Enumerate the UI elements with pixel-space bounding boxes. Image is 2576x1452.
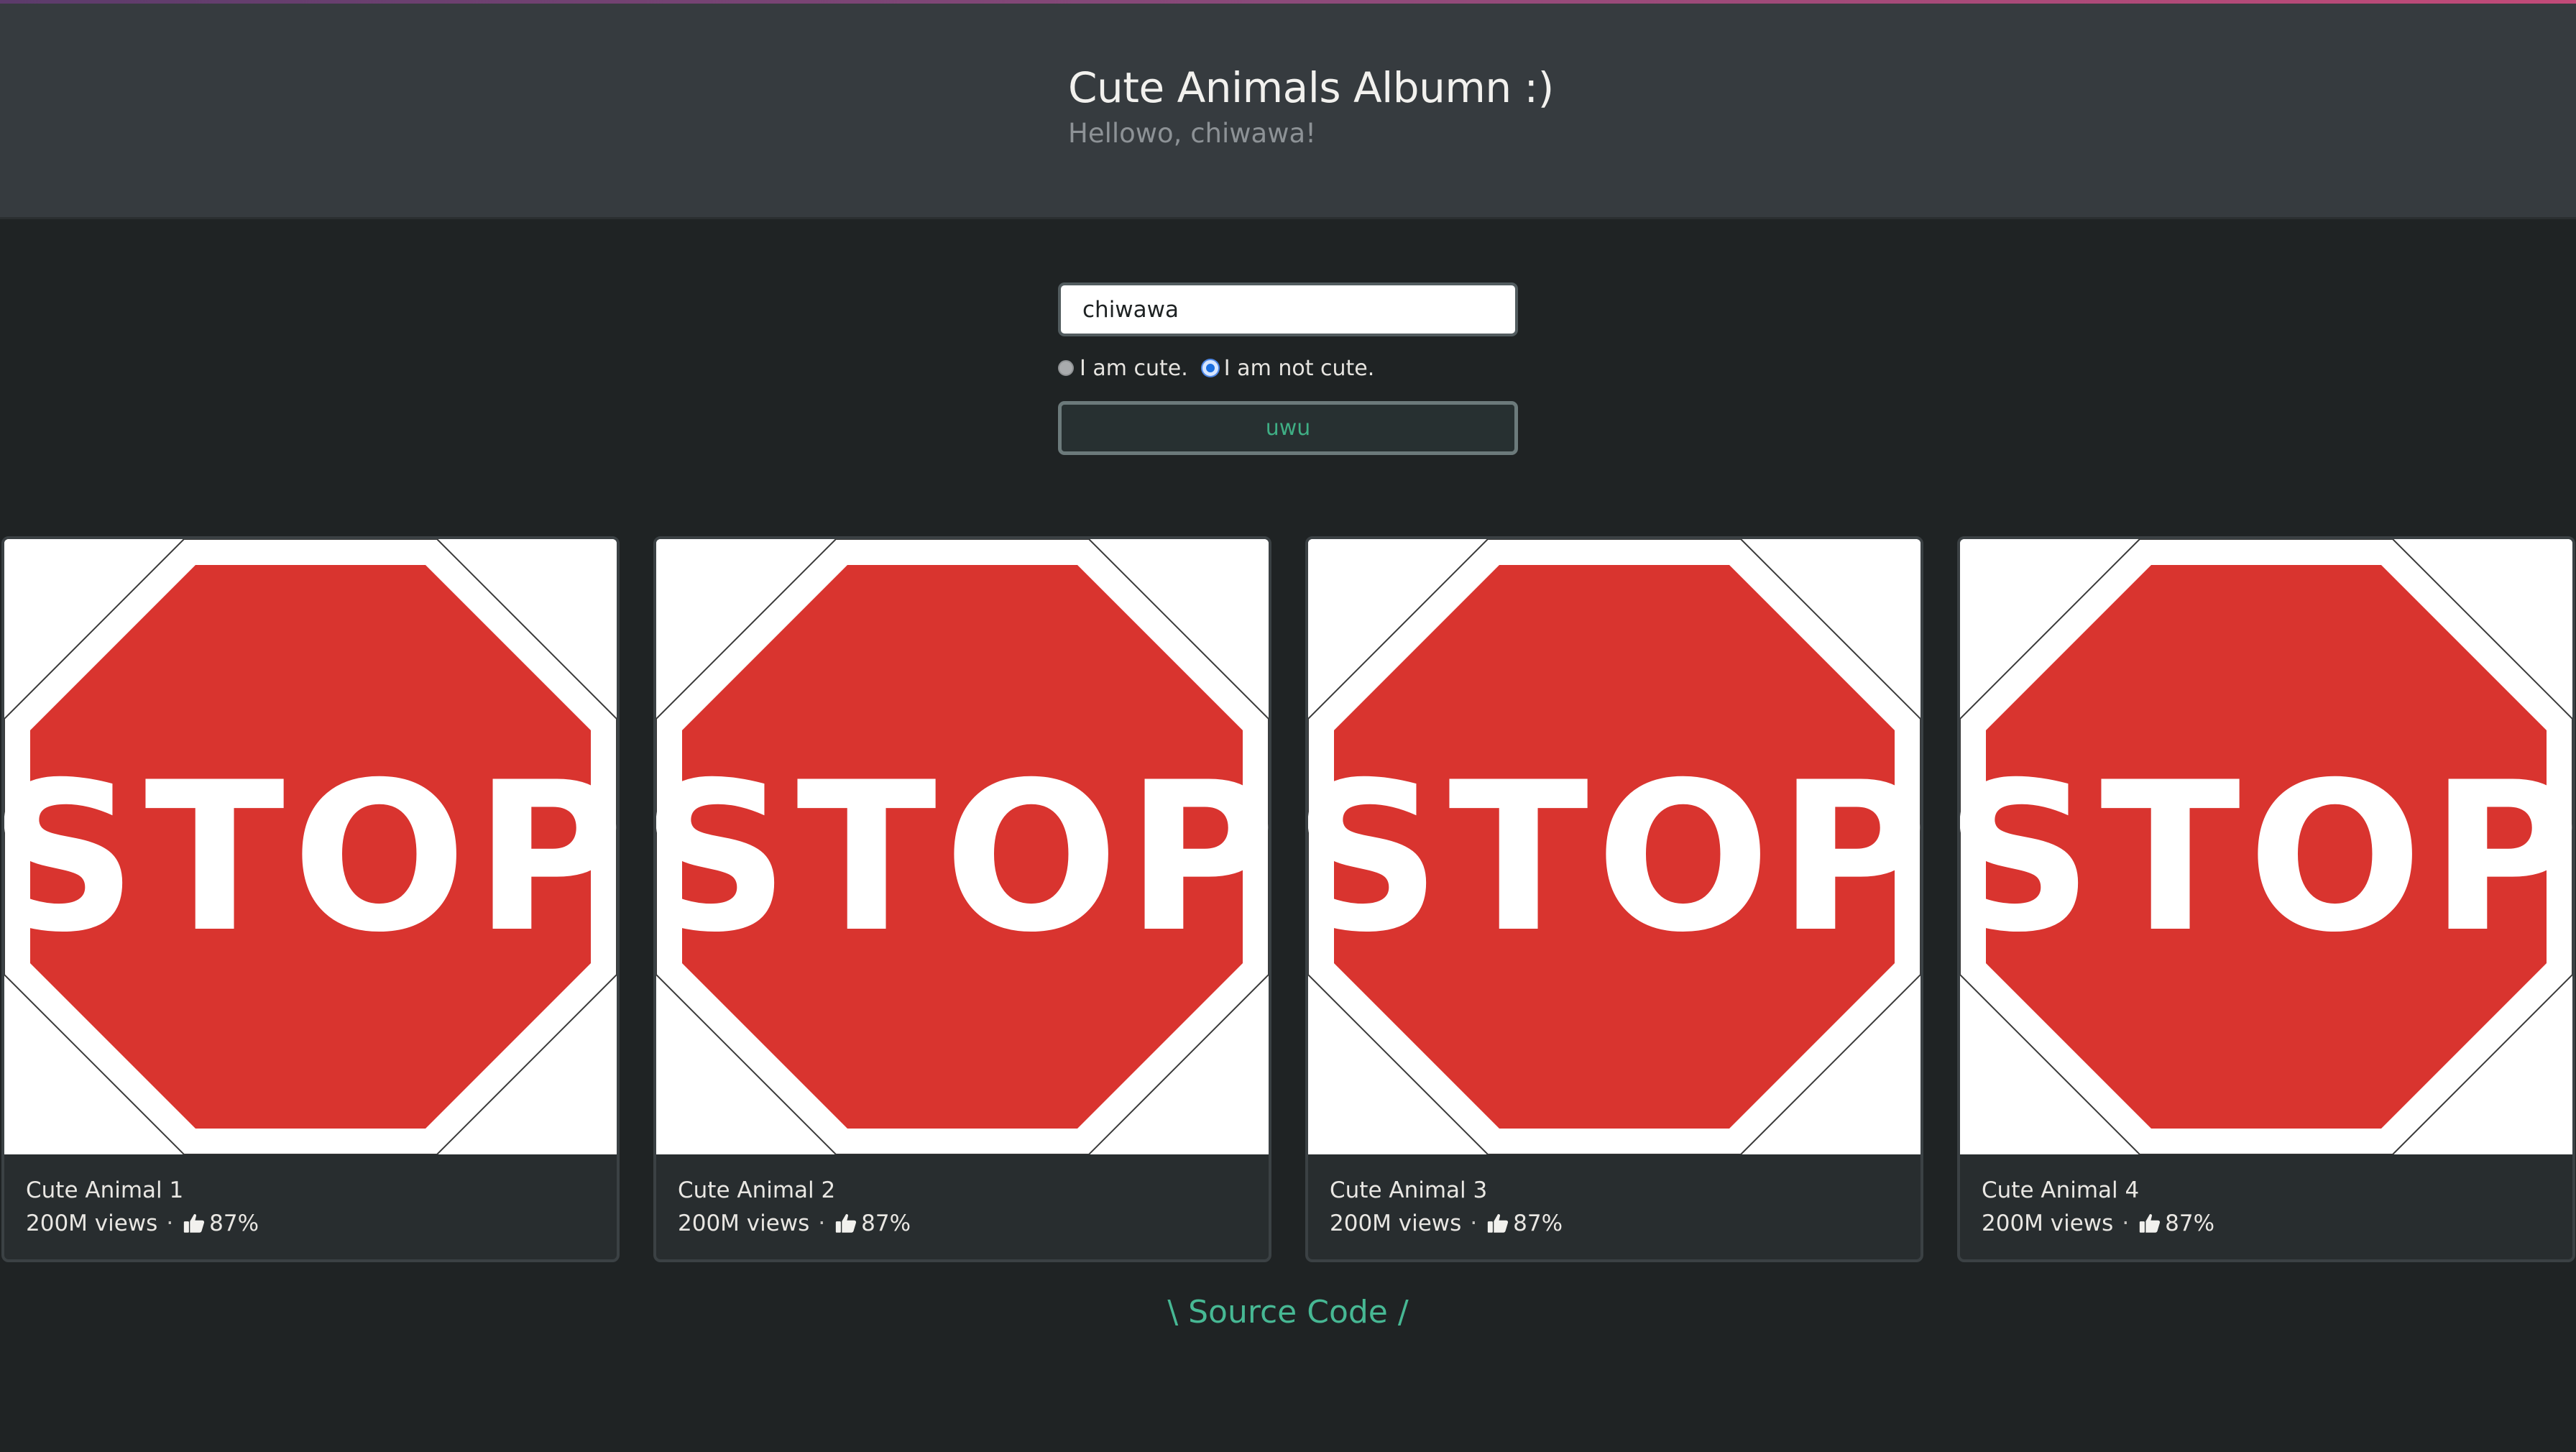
radio-unchecked-icon[interactable]	[1058, 360, 1074, 376]
card-meta: 200M views · 87%	[678, 1210, 911, 1236]
card-body: Cute Animal 3 200M views · 87%	[1330, 1177, 1563, 1236]
stop-sign-image[interactable]: STOP	[656, 539, 1269, 1154]
card-body: Cute Animal 4 200M views · 87%	[1982, 1177, 2214, 1236]
card-title: Cute Animal 3	[1330, 1177, 1488, 1203]
view-count: 200M views	[678, 1210, 810, 1236]
thumbs-up-icon	[182, 1211, 206, 1236]
name-form: I am cute. I am not cute. uwu	[1058, 282, 1518, 455]
radio-checked-icon[interactable]	[1202, 360, 1218, 376]
page-title: Cute Animals Albumn :)	[1068, 63, 1554, 112]
svg-text:STOP: STOP	[1308, 739, 1920, 978]
stop-sign-image[interactable]: STOP	[1960, 539, 2572, 1154]
thumbs-up-icon	[834, 1211, 858, 1236]
album-card[interactable]: STOP Cute Animal 3 200M views · 87%	[1305, 536, 1923, 1262]
view-count: 200M views	[26, 1210, 158, 1236]
view-count: 200M views	[1330, 1210, 1462, 1236]
thumbs-up-icon	[1486, 1211, 1510, 1236]
album-card[interactable]: STOP Cute Animal 4 200M views · 87%	[1957, 536, 2575, 1262]
like-ratio: 87%	[1513, 1210, 1563, 1236]
header-text: Cute Animals Albumn :) Hellowo, chiwawa!	[1068, 63, 1554, 149]
radio-label: I am not cute.	[1223, 355, 1375, 381]
like-ratio: 87%	[209, 1210, 259, 1236]
thumbs-up-icon	[2138, 1211, 2162, 1236]
card-meta: 200M views · 87%	[1330, 1210, 1563, 1236]
radio-i-am-not-cute[interactable]: I am not cute.	[1202, 356, 1374, 381]
page-header: Cute Animals Albumn :) Hellowo, chiwawa!	[0, 4, 2576, 219]
card-title: Cute Animal 4	[1982, 1177, 2140, 1203]
stop-sign-image[interactable]: STOP	[4, 539, 617, 1154]
album-card[interactable]: STOP Cute Animal 2 200M views · 87%	[653, 536, 1271, 1262]
svg-text:STOP: STOP	[656, 739, 1269, 978]
svg-text:STOP: STOP	[4, 739, 617, 978]
card-title: Cute Animal 2	[678, 1177, 836, 1203]
name-input[interactable]	[1058, 282, 1518, 336]
radio-label: I am cute.	[1080, 355, 1188, 381]
uwu-submit-button[interactable]: uwu	[1058, 401, 1518, 455]
stop-sign-image[interactable]: STOP	[1308, 539, 1920, 1154]
album-card[interactable]: STOP Cute Animal 1 200M views · 87%	[1, 536, 620, 1262]
meta-separator: ·	[2122, 1210, 2130, 1236]
like-ratio: 87%	[861, 1210, 911, 1236]
meta-separator: ·	[166, 1210, 174, 1236]
meta-separator: ·	[818, 1210, 826, 1236]
card-title: Cute Animal 1	[26, 1177, 184, 1203]
cuteness-radio-group: I am cute. I am not cute.	[1058, 354, 1518, 382]
card-body: Cute Animal 2 200M views · 87%	[678, 1177, 911, 1236]
radio-i-am-cute[interactable]: I am cute.	[1058, 356, 1188, 381]
like-ratio: 87%	[2165, 1210, 2215, 1236]
meta-separator: ·	[1470, 1210, 1478, 1236]
svg-text:STOP: STOP	[1960, 739, 2572, 978]
view-count: 200M views	[1982, 1210, 2114, 1236]
source-code-link[interactable]: \ Source Code /	[0, 1294, 2576, 1331]
greeting-subtitle: Hellowo, chiwawa!	[1068, 118, 1316, 149]
card-meta: 200M views · 87%	[26, 1210, 259, 1236]
card-body: Cute Animal 1 200M views · 87%	[26, 1177, 259, 1236]
card-meta: 200M views · 87%	[1982, 1210, 2214, 1236]
